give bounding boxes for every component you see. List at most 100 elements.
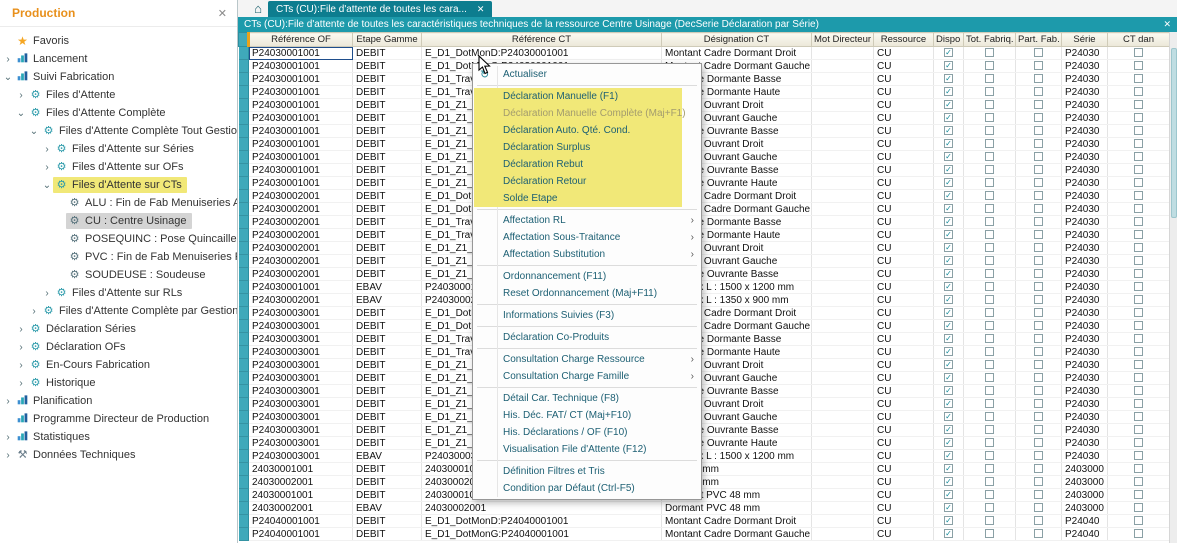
checkbox-unchecked-icon[interactable] [1034, 529, 1043, 539]
cell-checkbox[interactable] [963, 280, 1016, 294]
cell[interactable]: CU [873, 488, 934, 502]
checkbox-checked-icon[interactable]: ✓ [944, 139, 953, 149]
sidebar-item-soudeuse-soudeuse[interactable]: ⚙ SOUDEUSE : Soudeuse [0, 266, 237, 284]
table-row[interactable]: 24030001001 DEBIT 24030001001 Dormant PVC 4… [238, 488, 1170, 502]
cell[interactable]: DEBIT [352, 176, 422, 190]
checkbox-checked-icon[interactable]: ✓ [944, 165, 953, 175]
cell[interactable]: P24030001001 [248, 176, 353, 190]
row-selector[interactable] [238, 150, 249, 164]
cell[interactable]: CU [873, 462, 934, 476]
checkbox-unchecked-icon[interactable] [985, 87, 994, 97]
cell-checkbox[interactable]: ✓ [933, 150, 964, 164]
cell[interactable]: CU [873, 293, 934, 307]
cell-checkbox[interactable] [1107, 527, 1170, 541]
cell[interactable]: P24030001001 [248, 111, 353, 125]
cell[interactable]: CU [873, 306, 934, 320]
row-selector[interactable] [238, 46, 249, 60]
checkbox-unchecked-icon[interactable] [1034, 152, 1043, 162]
checkbox-unchecked-icon[interactable] [1034, 451, 1043, 461]
row-selector[interactable] [238, 98, 249, 112]
column-header-reference-of[interactable]: Référence OF [247, 32, 353, 47]
row-selector[interactable] [238, 449, 249, 463]
cell[interactable]: DEBIT [352, 202, 422, 216]
checkbox-checked-icon[interactable]: ✓ [944, 321, 953, 331]
cell-checkbox[interactable]: ✓ [933, 319, 964, 333]
cell-checkbox[interactable] [1107, 241, 1170, 255]
cell[interactable]: 24030001001 [248, 462, 353, 476]
row-selector[interactable] [238, 267, 249, 281]
cell[interactable]: CU [873, 228, 934, 242]
cell-checkbox[interactable] [1015, 241, 1062, 255]
cell-checkbox[interactable] [1015, 124, 1062, 138]
cell-checkbox[interactable] [1015, 163, 1062, 177]
cell[interactable]: CU [873, 85, 934, 99]
cell-checkbox[interactable] [1015, 449, 1062, 463]
cell-checkbox[interactable] [963, 410, 1016, 424]
table-row[interactable]: P24030001001 DEBIT E_D1_DotMonD:P240300010… [238, 46, 1170, 60]
checkbox-checked-icon[interactable]: ✓ [944, 126, 953, 136]
table-row[interactable]: P24030003001DEBITE_D1_Z1_V2_TPi:P2403000… [238, 436, 1170, 450]
cell-checkbox[interactable] [1015, 59, 1062, 73]
checkbox-checked-icon[interactable]: ✓ [944, 100, 953, 110]
row-selector[interactable] [238, 423, 249, 437]
cell-checkbox[interactable]: ✓ [933, 254, 964, 268]
checkbox-unchecked-icon[interactable] [985, 217, 994, 227]
cell[interactable]: P24030001001 [248, 98, 353, 112]
cell[interactable] [811, 293, 874, 307]
checkbox-unchecked-icon[interactable] [985, 451, 994, 461]
checkbox-checked-icon[interactable]: ✓ [944, 87, 953, 97]
cell-checkbox[interactable] [963, 241, 1016, 255]
checkbox-unchecked-icon[interactable] [1134, 503, 1143, 513]
cell-checkbox[interactable] [1107, 319, 1170, 333]
checkbox-unchecked-icon[interactable] [1134, 87, 1143, 97]
cell[interactable]: P24030 [1061, 345, 1108, 359]
checkbox-unchecked-icon[interactable] [1034, 217, 1043, 227]
cell-checkbox[interactable] [1107, 124, 1170, 138]
cell-checkbox[interactable] [963, 124, 1016, 138]
menu-item-consultation-charge-ressource[interactable]: Consultation Charge Ressource › [474, 351, 700, 368]
cell[interactable]: CU [873, 345, 934, 359]
checkbox-checked-icon[interactable]: ✓ [944, 386, 953, 396]
cell[interactable]: P24030003001 [248, 423, 353, 437]
row-selector[interactable] [238, 436, 249, 450]
cell[interactable]: P24030 [1061, 111, 1108, 125]
cell[interactable]: P24030001001 [248, 280, 353, 294]
row-selector[interactable] [238, 215, 249, 229]
cell-checkbox[interactable] [1107, 111, 1170, 125]
checkbox-unchecked-icon[interactable] [985, 477, 994, 487]
cell[interactable]: P24030 [1061, 306, 1108, 320]
table-row[interactable]: P24030001001DEBITE_D1_Z1_V1_MPi:P2403000… [238, 111, 1170, 125]
cell-checkbox[interactable] [963, 319, 1016, 333]
checkbox-unchecked-icon[interactable] [1034, 230, 1043, 240]
checkbox-unchecked-icon[interactable] [1034, 516, 1043, 526]
row-selector[interactable] [238, 332, 249, 346]
row-selector[interactable] [238, 280, 249, 294]
chevron-right-icon[interactable]: › [41, 162, 53, 173]
cell[interactable]: CU [873, 124, 934, 138]
cell-checkbox[interactable] [963, 215, 1016, 229]
cell[interactable]: CU [873, 241, 934, 255]
menu-item-his-dec-fat-ct-maj-f10[interactable]: His. Déc. FAT/ CT (Maj+F10) [474, 407, 700, 424]
checkbox-unchecked-icon[interactable] [1034, 334, 1043, 344]
cell[interactable]: P24030 [1061, 124, 1108, 138]
cell[interactable] [811, 85, 874, 99]
table-row[interactable]: P24030002001DEBITE_D1_DotMonG:P240300020… [238, 202, 1170, 216]
cell-checkbox[interactable]: ✓ [933, 410, 964, 424]
table-row[interactable]: P24030001001DEBITE_D1_Z1_V2_MPi:P2403000… [238, 137, 1170, 151]
cell-checkbox[interactable] [963, 293, 1016, 307]
sidebar-item-files-d-attente-sur-ofs[interactable]: › ⚙ Files d'Attente sur OFs [0, 158, 237, 176]
cell[interactable]: DEBIT [352, 85, 422, 99]
checkbox-unchecked-icon[interactable] [1034, 490, 1043, 500]
table-row[interactable]: P24030002001DEBITE_D1_Z1_V1_MPi:P2403000… [238, 241, 1170, 255]
checkbox-unchecked-icon[interactable] [1134, 230, 1143, 240]
cell[interactable]: DEBIT [352, 98, 422, 112]
cell[interactable]: P24030003001 [248, 358, 353, 372]
checkbox-unchecked-icon[interactable] [985, 347, 994, 357]
table-row[interactable]: P24030003001DEBITE_D1_Z1_V1_TSe:P2403000… [238, 384, 1170, 398]
checkbox-unchecked-icon[interactable] [1134, 334, 1143, 344]
cell[interactable]: CU [873, 163, 934, 177]
cell[interactable] [811, 514, 874, 528]
checkbox-unchecked-icon[interactable] [985, 100, 994, 110]
cell-checkbox[interactable] [1015, 514, 1062, 528]
checkbox-checked-icon[interactable]: ✓ [944, 308, 953, 318]
